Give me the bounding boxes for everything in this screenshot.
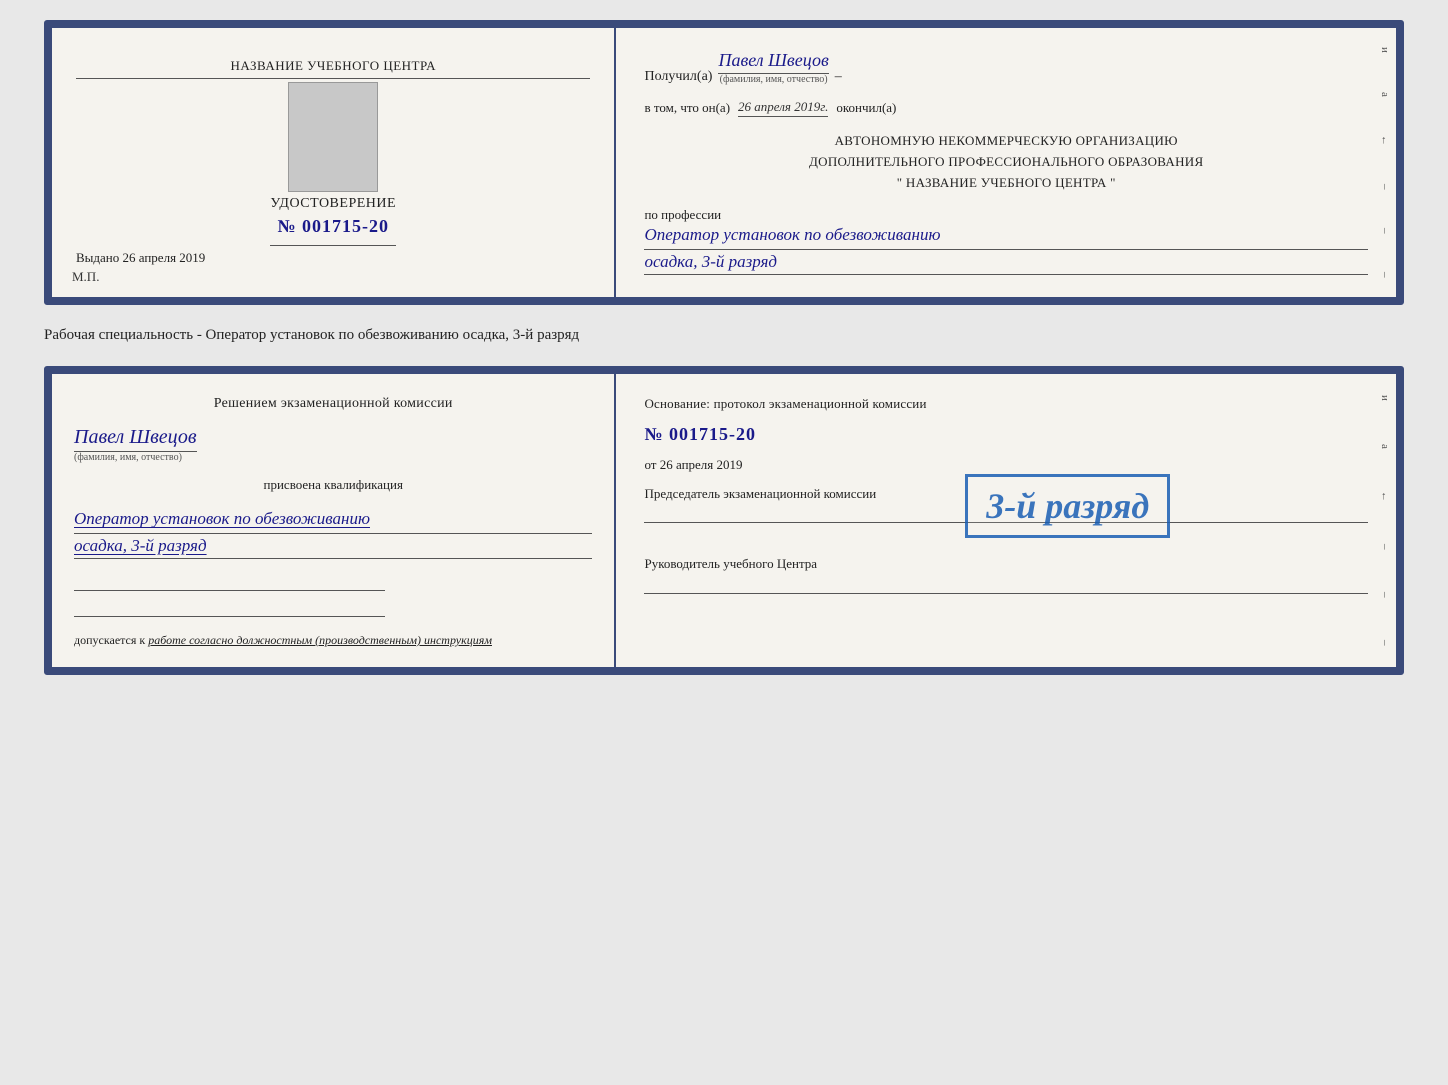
rank-value-top: осадка, 3-й разряд	[644, 252, 1368, 275]
certificate-number: № 001715-20	[277, 216, 389, 237]
cert-number-block: УДОСТОВЕРЕНИЕ № 001715-20	[270, 196, 396, 246]
recipient-name: Павел Швецов	[718, 50, 828, 74]
bottom-document: Решением экзаменационной комиссии Павел …	[44, 366, 1404, 675]
bottom-protocol-number: № 001715-20	[644, 424, 1368, 445]
commission-title: Решением экзаменационной комиссии	[214, 396, 453, 412]
right-edge-bottom: и а ← – – –	[1374, 374, 1396, 667]
bottom-person-name: Павел Швецов	[74, 426, 197, 452]
osnov-line: Основание: протокол экзаменационной коми…	[644, 396, 1368, 412]
photo-placeholder	[288, 82, 378, 192]
допускается-value: работе согласно должностным (производств…	[148, 633, 492, 647]
issued-date: 26 апреля 2019	[123, 250, 206, 265]
bottom-rank-value: осадка, 3-й разряд	[74, 536, 592, 559]
sig-line-2	[74, 599, 385, 617]
training-center-title: НАЗВАНИЕ УЧЕБНОГО ЦЕНТРА	[76, 58, 590, 79]
from-date-value: 26 апреля 2019	[660, 457, 743, 472]
bottom-doc-right: Основание: протокол экзаменационной коми…	[616, 374, 1396, 667]
rukovoditel-block: Руководитель учебного Центра	[644, 547, 1368, 593]
certificate-label: УДОСТОВЕРЕНИЕ	[270, 196, 396, 212]
rukovoditel-sig-line	[644, 578, 1368, 594]
fio-note-top: (фамилия, имя, отчество)	[720, 74, 828, 85]
допускается-block: допускается к работе согласно должностны…	[74, 631, 594, 649]
rukovoditel-label: Руководитель учебного Центра	[644, 555, 1368, 573]
bottom-person-block: Павел Швецов (фамилия, имя, отчество)	[74, 426, 592, 463]
profession-value: Оператор установок по обезвоживанию	[644, 223, 1368, 250]
sig-line-1	[74, 573, 385, 591]
issued-block: Выдано 26 апреля 2019	[76, 249, 205, 267]
recipient-line: Получил(а) Павел Швецов (фамилия, имя, о…	[644, 50, 1368, 85]
qualification-label: присвоена квалификация	[264, 477, 403, 493]
profession-block: по профессии Оператор установок по обезв…	[644, 207, 1368, 275]
qualification-value: Оператор установок по обезвоживанию	[74, 507, 592, 534]
from-date-block: от 26 апреля 2019	[644, 457, 1368, 473]
bottom-doc-left: Решением экзаменационной комиссии Павел …	[52, 374, 616, 667]
confirm-line: в том, что он(а) 26 апреля 2019г. окончи…	[644, 99, 1368, 117]
qualification-block: Оператор установок по обезвоживанию осад…	[74, 507, 592, 559]
top-doc-right: Получил(а) Павел Швецов (фамилия, имя, о…	[616, 28, 1396, 297]
signature-lines	[74, 573, 592, 617]
certificate-block	[288, 82, 378, 192]
mp-label: М.П.	[72, 269, 99, 285]
top-document: НАЗВАНИЕ УЧЕБНОГО ЦЕНТРА УДОСТОВЕРЕНИЕ №…	[44, 20, 1404, 305]
fio-note-bottom: (фамилия, имя, отчество)	[74, 452, 182, 463]
specialty-text: Рабочая специальность - Оператор установ…	[44, 323, 1404, 348]
org-text: АВТОНОМНУЮ НЕКОММЕРЧЕСКУЮ ОРГАНИЗАЦИЮ ДО…	[644, 131, 1368, 193]
recipient-name-block: Павел Швецов (фамилия, имя, отчество)	[718, 50, 828, 85]
stamp-overlay: 3-й разряд	[965, 474, 1170, 538]
confirm-date: 26 апреля 2019г.	[738, 99, 828, 117]
top-doc-left: НАЗВАНИЕ УЧЕБНОГО ЦЕНТРА УДОСТОВЕРЕНИЕ №…	[52, 28, 616, 297]
right-edge-top: и а ← – – –	[1374, 28, 1396, 297]
issued-label: Выдано 26 апреля 2019	[76, 250, 205, 265]
page-container: НАЗВАНИЕ УЧЕБНОГО ЦЕНТРА УДОСТОВЕРЕНИЕ №…	[44, 20, 1404, 675]
